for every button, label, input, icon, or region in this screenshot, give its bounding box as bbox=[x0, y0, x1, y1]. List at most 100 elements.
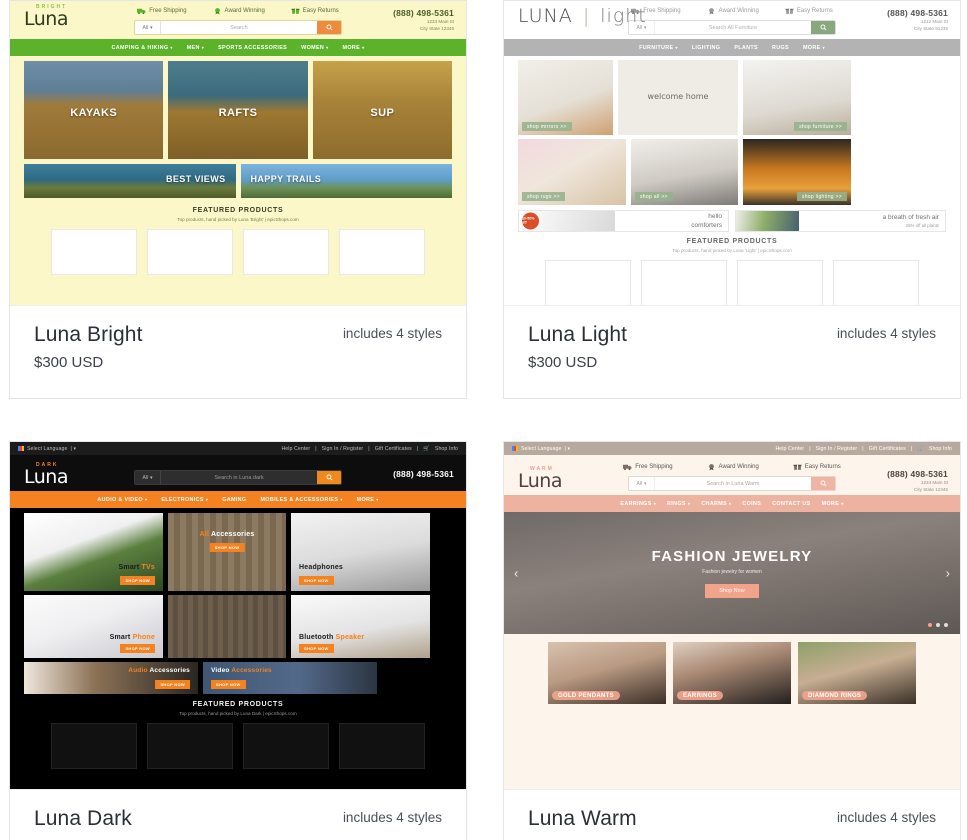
nav-item-more[interactable]: MORE ▾ bbox=[822, 501, 844, 507]
nav-item-lighting[interactable]: LIGHTING bbox=[692, 45, 721, 51]
hero-carousel[interactable]: ‹ › FASHION JEWELRY Fashion jewelry for … bbox=[504, 512, 960, 634]
utility-links[interactable]: Help Center | Sign In / Register | Gift Ce… bbox=[281, 446, 458, 452]
link-sign-in[interactable]: Sign In / Register bbox=[322, 446, 364, 452]
tile-diamond-rings[interactable]: DIAMOND RINGS bbox=[798, 642, 916, 704]
tile-audio-accessories[interactable]: Audio Accessories SHOP NOW bbox=[24, 662, 198, 694]
search-input[interactable]: Search bbox=[161, 21, 317, 34]
tile-shop-now-button[interactable]: SHOP NOW bbox=[120, 644, 155, 653]
search-box[interactable]: All ▾ Search bbox=[134, 20, 342, 35]
tile-welcome-home[interactable]: welcome home bbox=[618, 60, 738, 135]
product-card[interactable] bbox=[737, 260, 823, 305]
search-input[interactable]: Search in Luna dark bbox=[161, 471, 317, 484]
link-shop-info[interactable]: Shop Info bbox=[435, 446, 458, 452]
link-gift-certificates[interactable]: Gift Certificates bbox=[375, 446, 412, 452]
theme-card-luna-light[interactable]: LUNA | light Free Shipping Award Winning… bbox=[503, 0, 961, 399]
search-category-select[interactable]: All ▾ bbox=[629, 477, 655, 490]
nav-item-charms[interactable]: CHARMS ▾ bbox=[701, 501, 731, 507]
nav-item-audio-video[interactable]: AUDIO & VIDEO ▾ bbox=[97, 497, 147, 503]
nav-item-more[interactable]: MORE ▾ bbox=[803, 45, 825, 51]
nav-item-earrings[interactable]: EARRINGS ▾ bbox=[620, 501, 656, 507]
cart-icon[interactable]: 🛒 bbox=[423, 446, 430, 452]
primary-nav[interactable]: AUDIO & VIDEO ▾ ELECTRONICS ▾ GAMING MOBIL… bbox=[10, 491, 466, 508]
nav-item-rings[interactable]: RINGS ▾ bbox=[667, 501, 690, 507]
tile-shop-mirrors[interactable]: shop mirrors >> bbox=[518, 60, 613, 135]
theme-thumbnail-luna-bright[interactable]: BRIGHT Luna Free Shipping Award Winning bbox=[10, 1, 466, 306]
tile-all-accessories[interactable]: All Accessories SHOP NOW bbox=[168, 513, 286, 591]
tile-best-views[interactable]: BEST VIEWS bbox=[24, 164, 236, 198]
theme-thumbnail-luna-warm[interactable]: Select Language | ▾ Help Center | Sign In… bbox=[504, 442, 960, 790]
search-submit-button[interactable] bbox=[317, 471, 341, 484]
tile-bluetooth-speaker[interactable]: Bluetooth Speaker SHOP NOW bbox=[291, 595, 430, 658]
tile-gold-pendants[interactable]: GOLD PENDANTS bbox=[548, 642, 666, 704]
tile-kayaks[interactable]: KAYAKS bbox=[24, 61, 164, 159]
product-card[interactable] bbox=[545, 260, 631, 305]
tile-shop-now-button[interactable]: SHOP NOW bbox=[211, 680, 246, 689]
nav-item-men[interactable]: MEN ▾ bbox=[187, 45, 204, 51]
utility-links[interactable]: Help Center | Sign In / Register | Gift Ce… bbox=[775, 446, 952, 452]
carousel-next-arrow[interactable]: › bbox=[946, 566, 950, 581]
nav-item-more[interactable]: MORE ▾ bbox=[343, 45, 365, 51]
tile-smart-tvs[interactable]: Smart TVs SHOP NOW bbox=[24, 513, 163, 591]
banner-plants[interactable]: a breath of fresh air 25% off all plants bbox=[735, 210, 946, 232]
nav-item-camping[interactable]: CAMPING & HIKING ▾ bbox=[112, 45, 173, 51]
product-card[interactable] bbox=[51, 723, 137, 769]
link-help-center[interactable]: Help Center bbox=[281, 446, 310, 452]
product-card[interactable] bbox=[339, 229, 425, 275]
product-card[interactable] bbox=[147, 723, 233, 769]
hero-shop-now-button[interactable]: Shop Now bbox=[705, 584, 759, 598]
tile-happy-trails[interactable]: HAPPY TRAILS bbox=[240, 164, 452, 198]
tile-shop-now-button[interactable]: SHOP NOW bbox=[299, 644, 334, 653]
nav-item-plants[interactable]: PLANTS bbox=[734, 45, 758, 51]
theme-card-luna-bright[interactable]: BRIGHT Luna Free Shipping Award Winning bbox=[9, 0, 467, 399]
nav-item-women[interactable]: WOMEN ▾ bbox=[301, 45, 328, 51]
tile-desk-setup[interactable] bbox=[168, 595, 286, 658]
search-input[interactable]: Search in Luna Warm bbox=[655, 477, 811, 490]
nav-item-electronics[interactable]: ELECTRONICS ▾ bbox=[161, 497, 208, 503]
carousel-dot-2[interactable] bbox=[936, 623, 940, 627]
product-card[interactable] bbox=[339, 723, 425, 769]
search-box[interactable]: All ▾ Search in Luna dark bbox=[134, 470, 342, 485]
search-box[interactable]: All ▾ Search All Furniture bbox=[628, 20, 836, 35]
primary-nav[interactable]: EARRINGS ▾ RINGS ▾ CHARMS ▾ COINS CONTACT U… bbox=[504, 495, 960, 512]
tile-smart-phone[interactable]: Smart Phone SHOP NOW bbox=[24, 595, 163, 658]
link-help-center[interactable]: Help Center bbox=[775, 446, 804, 452]
search-submit-button[interactable] bbox=[317, 21, 341, 34]
tile-rafts[interactable]: RAFTS bbox=[168, 61, 308, 159]
primary-nav[interactable]: CAMPING & HIKING ▾ MEN ▾ SPORTS ACCESSORIE… bbox=[10, 39, 466, 56]
tile-shop-furniture[interactable]: shop furniture >> bbox=[743, 60, 851, 135]
language-selector[interactable]: Select Language | ▾ bbox=[18, 446, 76, 452]
nav-item-more[interactable]: MORE ▾ bbox=[357, 497, 379, 503]
tile-shop-now-button[interactable]: SHOP NOW bbox=[120, 576, 155, 585]
nav-item-coins[interactable]: COINS bbox=[742, 501, 761, 507]
nav-item-furniture[interactable]: FURNITURE ▾ bbox=[639, 45, 678, 51]
theme-card-luna-dark[interactable]: Select Language | ▾ Help Center | Sign In… bbox=[9, 441, 467, 840]
search-input[interactable]: Search All Furniture bbox=[655, 21, 811, 34]
product-card[interactable] bbox=[641, 260, 727, 305]
carousel-dot-3[interactable] bbox=[944, 623, 948, 627]
search-box[interactable]: All ▾ Search in Luna Warm bbox=[628, 476, 836, 491]
product-card[interactable] bbox=[243, 723, 329, 769]
primary-nav[interactable]: FURNITURE ▾ LIGHTING PLANTS RUGS MORE ▾ bbox=[504, 39, 960, 56]
tile-shop-rugs[interactable]: shop rugs >> bbox=[518, 139, 626, 205]
tile-shop-lighting[interactable]: shop lighting >> bbox=[743, 139, 851, 205]
link-sign-in[interactable]: Sign In / Register bbox=[816, 446, 858, 452]
theme-thumbnail-luna-dark[interactable]: Select Language | ▾ Help Center | Sign In… bbox=[10, 442, 466, 790]
link-shop-info[interactable]: Shop Info bbox=[929, 446, 952, 452]
tile-shop-now-button[interactable]: SHOP NOW bbox=[299, 576, 334, 585]
language-selector[interactable]: Select Language | ▾ bbox=[512, 446, 570, 452]
tile-shop-now-button[interactable]: SHOP NOW bbox=[209, 543, 245, 552]
product-card[interactable] bbox=[51, 229, 137, 275]
product-card[interactable] bbox=[147, 229, 233, 275]
search-category-select[interactable]: All ▾ bbox=[135, 471, 161, 484]
product-card[interactable] bbox=[243, 229, 329, 275]
tile-earrings[interactable]: EARRINGS bbox=[673, 642, 791, 704]
theme-card-luna-warm[interactable]: Select Language | ▾ Help Center | Sign In… bbox=[503, 441, 961, 840]
product-card[interactable] bbox=[833, 260, 919, 305]
search-submit-button[interactable] bbox=[811, 477, 835, 490]
nav-item-gaming[interactable]: GAMING bbox=[222, 497, 246, 503]
carousel-prev-arrow[interactable]: ‹ bbox=[514, 566, 518, 581]
tile-sup[interactable]: SUP bbox=[312, 61, 452, 159]
search-category-select[interactable]: All ▾ bbox=[135, 21, 161, 34]
nav-item-sports[interactable]: SPORTS ACCESSORIES bbox=[218, 45, 287, 51]
banner-comforters[interactable]: 10-50% off hello comforters bbox=[518, 210, 729, 232]
